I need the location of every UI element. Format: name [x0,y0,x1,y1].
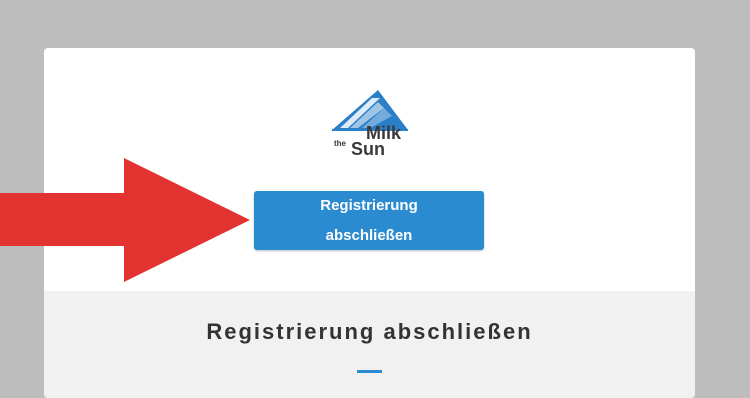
milk-the-sun-logo: the Milk Sun [328,86,410,159]
complete-registration-button[interactable]: Registrierung abschließen [254,191,484,250]
lower-section: Registrierung abschließen [44,291,695,398]
logo-word-sun: Sun [351,139,385,159]
button-label-line2: abschließen [325,227,413,244]
section-title: Registrierung abschließen [206,319,533,344]
title-underline [357,370,382,373]
logo-word-the: the [334,139,346,148]
red-arrow-right-icon [0,158,250,282]
button-label-line1: Registrierung [320,197,418,214]
